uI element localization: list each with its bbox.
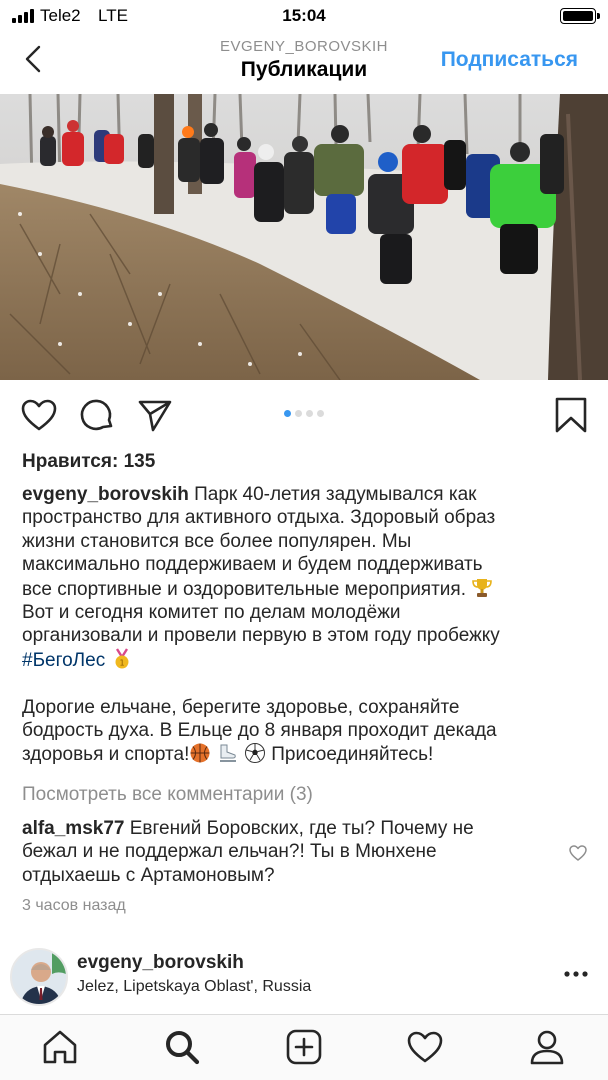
likes-count[interactable]: Нравится: 135 <box>22 451 155 473</box>
carousel-indicator <box>0 410 608 417</box>
post-caption: evgeny_borovskih Парк 40-летия задумывал… <box>22 483 590 767</box>
follow-button[interactable]: Подписаться <box>441 48 578 72</box>
author-row: evgeny_borovskih Jelez, Lipetskaya Oblas… <box>0 940 608 1010</box>
author-username[interactable]: evgeny_borovskih <box>77 952 244 974</box>
more-options-icon[interactable] <box>564 970 588 978</box>
status-time: 15:04 <box>282 6 326 25</box>
caption-line: Вот и сегодня комитет по делам молодёжи <box>22 602 401 624</box>
caption-line: Присоединяйтесь! <box>265 744 434 766</box>
caption-line: бодрость духа. В Ельце до 8 января прохо… <box>22 720 497 742</box>
caption-line: все спортивные и оздоровительные меропри… <box>22 578 466 600</box>
caption-username[interactable]: evgeny_borovskih <box>22 484 189 505</box>
comment-text: отдыхаешь с Артамоновым? <box>22 864 275 886</box>
carousel-dot <box>295 410 302 417</box>
avatar[interactable] <box>10 948 68 1006</box>
author-location[interactable]: Jelez, Lipetskaya Oblast', Russia <box>77 978 311 996</box>
soccer-ball-icon <box>244 743 265 764</box>
profile-icon[interactable] <box>528 1028 566 1066</box>
svg-text:1: 1 <box>119 658 124 667</box>
medal-icon: 1 <box>115 648 128 669</box>
post-timestamp: 3 часов назад <box>22 897 126 914</box>
bottom-tab-bar <box>0 1014 608 1080</box>
home-icon[interactable] <box>41 1028 79 1066</box>
battery-level <box>563 11 593 21</box>
caption-line: жизни становится все более популярен. Мы <box>22 530 412 552</box>
status-bar: Tele2 LTE 15:04 <box>0 0 608 32</box>
post-photo[interactable] <box>0 94 608 380</box>
nav-bar: EVGENY_BOROVSKIH Публикации Подписаться <box>0 32 608 94</box>
caption-line: пространство для активного отдыха. Здоро… <box>22 507 496 529</box>
basketball-icon <box>190 743 210 763</box>
comment-text: бежал и не поддержал ельчан?! Ты в Мюнхе… <box>22 841 437 863</box>
caption-line: Дорогие ельчане, берегите здоровье, сохр… <box>22 696 460 718</box>
add-post-icon[interactable] <box>285 1028 323 1066</box>
comment-text: Евгений Боровских, где ты? Почему не <box>129 818 474 839</box>
ice-skate-icon <box>219 744 236 763</box>
activity-heart-icon[interactable] <box>406 1028 444 1066</box>
caption-line: здоровья и спорта! <box>22 744 190 766</box>
hashtag-link[interactable]: #БегоЛес <box>22 650 105 671</box>
caption-line: максимально поддерживаем и будем поддерж… <box>22 554 483 576</box>
runners-in-forest-photo <box>0 94 608 380</box>
post-actions <box>0 380 608 450</box>
search-icon[interactable] <box>163 1028 201 1066</box>
battery-icon <box>560 8 600 24</box>
comment-like-heart-icon[interactable] <box>568 843 588 863</box>
caption-line: организовали и провели первую в этом год… <box>22 625 500 647</box>
carousel-dot <box>317 410 324 417</box>
view-all-comments-link[interactable]: Посмотреть все комментарии (3) <box>22 784 313 806</box>
carousel-dot <box>306 410 313 417</box>
carousel-dot <box>284 410 291 417</box>
bookmark-save-icon[interactable] <box>552 396 590 434</box>
comment: alfa_msk77 Евгений Боровских, где ты? По… <box>22 817 552 887</box>
profile-photo <box>12 950 66 1004</box>
trophy-icon <box>472 578 493 597</box>
caption-line: Парк 40-летия задумывался как <box>194 484 477 505</box>
comment-username[interactable]: alfa_msk77 <box>22 818 124 839</box>
